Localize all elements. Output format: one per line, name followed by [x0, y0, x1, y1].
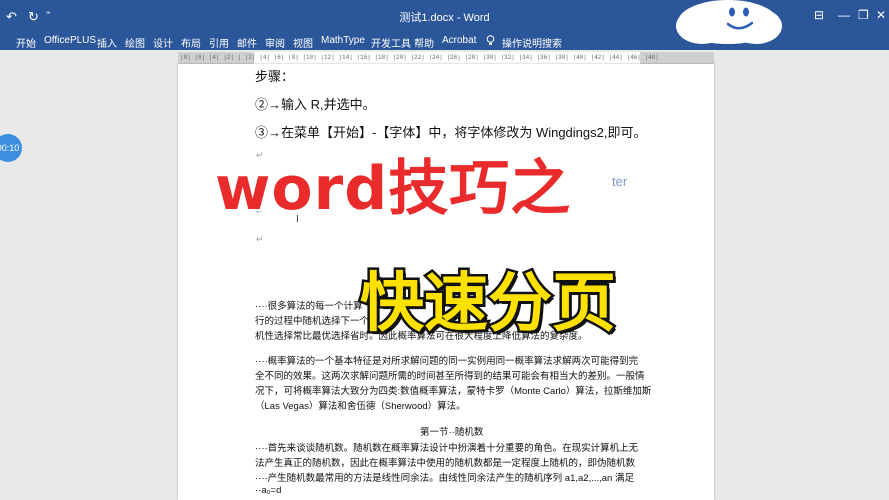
- ruler-ticks: |8| |6| |4| |2| | |2| |4| |6| |8| |10| |…: [180, 54, 659, 61]
- tab-officeplus[interactable]: OfficePLUS: [44, 35, 96, 46]
- para2-line2: 全不同的效果。这两次求解问题所需的时间甚至所得到的结果可能会有相当大的差别。一般…: [255, 371, 645, 382]
- overlay-headline: word技巧之: [213, 152, 572, 226]
- para3-line4: ··a₀=d: [255, 485, 282, 496]
- paragraph-mark: ↵: [256, 234, 264, 244]
- close-button[interactable]: ✕: [876, 8, 886, 22]
- tab-references[interactable]: 引用: [209, 35, 229, 50]
- tab-draw[interactable]: 绘图: [125, 35, 145, 50]
- overlay-subheadline: 快速分页: [358, 265, 619, 344]
- para1-line1: ····很多算法的每一个计算: [255, 301, 363, 312]
- tab-acrobat[interactable]: Acrobat: [442, 35, 476, 46]
- ribbon-display-options-button[interactable]: ⊟: [814, 8, 824, 22]
- section-heading: 第一节··随机数: [420, 427, 484, 438]
- para1-line2: 行的过程中随机选择下一个: [255, 316, 370, 327]
- step-3-text: ③→在菜单【开始】-【字体】中，将字体修改为 Wingdings2,即可。: [255, 125, 647, 140]
- para2-line1: ····概率算法的一个基本特征是对所求解问题的同一实例用同一概率算法求解两次可能…: [255, 356, 639, 367]
- tab-help[interactable]: 帮助: [414, 35, 434, 50]
- tab-view[interactable]: 视图: [293, 35, 313, 50]
- minimize-button[interactable]: —: [838, 8, 850, 22]
- tab-mathtype[interactable]: MathType: [321, 35, 365, 46]
- para3-line3: ····产生随机数最常用的方法是线性同余法。由线性同余法产生的随机序列 a1,a…: [255, 473, 634, 484]
- tab-layout[interactable]: 布局: [181, 35, 201, 50]
- tab-review[interactable]: 审阅: [265, 35, 285, 50]
- cloud-face-icon: [672, 0, 784, 48]
- recording-timer: 00:10: [0, 134, 22, 162]
- faint-background-text: ter: [612, 174, 628, 189]
- para2-line3: 况下，可将概率算法大致分为四类:数值概率算法，蒙特卡罗（Monte Carlo）…: [255, 386, 652, 397]
- tab-insert[interactable]: 插入: [97, 35, 117, 50]
- tell-me-search[interactable]: 操作说明搜索: [502, 35, 562, 50]
- step-2-text: ②→输入 R,并选中。: [255, 97, 376, 112]
- tab-design[interactable]: 设计: [153, 35, 173, 50]
- steps-label: 步骤：: [255, 69, 295, 84]
- lightbulb-icon: [486, 35, 495, 49]
- para3-line2: 法产生真正的随机数，因此在概率算法中使用的随机数都是一定程度上随机的，即伪随机数: [255, 458, 636, 469]
- restore-button[interactable]: ❐: [858, 8, 869, 22]
- para2-line4: （Las Vegas）算法和舍伍德（Sherwood）算法。: [255, 401, 466, 412]
- para3-line1: ····首先来谈谈随机数。随机数在概率算法设计中扮演着十分重要的角色。在现实计算…: [255, 443, 639, 454]
- tab-mailings[interactable]: 邮件: [237, 35, 257, 50]
- tab-developer[interactable]: 开发工具: [371, 35, 411, 50]
- tab-home[interactable]: 开始: [16, 35, 36, 50]
